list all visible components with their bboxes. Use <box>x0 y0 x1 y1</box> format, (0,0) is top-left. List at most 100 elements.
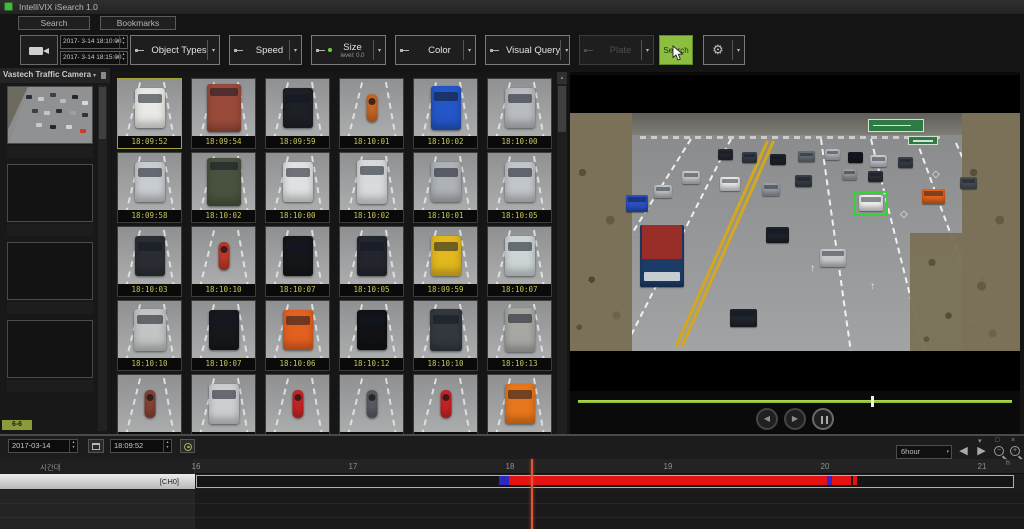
time-to-field[interactable]: 2017- 3-14 18:15:00 ▾ ▲▼ <box>60 51 128 65</box>
spinner-icon[interactable]: ▲▼ <box>163 440 171 452</box>
progress-marker[interactable] <box>871 396 874 407</box>
sidebar-scrollbar[interactable] <box>98 85 107 431</box>
chevron-down-icon[interactable]: ▾ <box>374 47 385 54</box>
result-cell[interactable]: 18:10:07 <box>191 300 256 371</box>
go-to-time-button[interactable] <box>180 439 195 453</box>
timeline-playhead[interactable] <box>531 459 533 529</box>
result-cell[interactable] <box>413 374 478 434</box>
chevron-down-icon[interactable]: ▾ <box>115 36 118 48</box>
result-cell[interactable]: 18:10:07 <box>487 226 552 297</box>
result-cell[interactable]: 18:10:07 <box>265 226 330 297</box>
search-nav-button[interactable]: Search <box>18 16 90 30</box>
vehicle-image <box>357 160 387 204</box>
timeline-next-button[interactable]: ▶ <box>974 444 989 459</box>
result-cell[interactable]: 18:10:10 <box>117 300 182 371</box>
filter-dropdown[interactable]: Object Types ▾ <box>130 35 220 65</box>
result-cell[interactable]: 18:09:52 <box>117 78 182 149</box>
grid-scrollbar[interactable]: ▲ <box>557 72 567 434</box>
result-cell[interactable]: 18:10:13 <box>487 300 552 371</box>
video-progress-bar[interactable] <box>578 400 1012 403</box>
filter-dropdown[interactable]: Plate ▾ <box>579 35 654 65</box>
sidebar-scrollbar-thumb[interactable] <box>99 87 106 139</box>
result-cell[interactable]: 18:10:01 <box>413 152 478 223</box>
spinner-icon[interactable]: ▲▼ <box>119 52 127 64</box>
timeline-prev-button[interactable]: ◀ <box>956 444 971 459</box>
result-cell[interactable]: 18:09:59 <box>265 78 330 149</box>
result-cell[interactable]: 18:10:03 <box>117 226 182 297</box>
timeline-scale-dropdown[interactable]: 6hour ▾ <box>896 445 952 459</box>
result-cell[interactable]: 18:10:10 <box>191 226 256 297</box>
camera-name: Vastech Traffic Camera <box>3 70 91 79</box>
result-cell[interactable]: 18:10:02 <box>191 152 256 223</box>
step-back-button[interactable]: ◀ <box>756 408 778 430</box>
channel-label[interactable]: [CH0] <box>0 474 195 489</box>
vehicle <box>720 177 740 191</box>
grid-scrollbar-thumb[interactable] <box>558 86 566 132</box>
filter-dropdown[interactable]: Speed ▾ <box>229 35 302 65</box>
result-cell[interactable] <box>265 374 330 434</box>
result-cell[interactable]: 18:09:59 <box>413 226 478 297</box>
result-cell[interactable]: 18:09:58 <box>117 152 182 223</box>
pin-icon[interactable] <box>101 72 106 79</box>
chevron-down-icon[interactable]: ▾ <box>115 52 118 64</box>
chevron-down-icon[interactable]: ▾ <box>733 47 744 54</box>
settings-button[interactable]: ⚙ ▾ <box>703 35 745 65</box>
result-cell[interactable]: 18:10:10 <box>413 300 478 371</box>
channel-row[interactable]: [CH0] <box>0 474 1024 490</box>
chevron-down-icon[interactable]: ▾ <box>208 47 219 54</box>
result-cell[interactable]: 18:10:06 <box>265 300 330 371</box>
result-cell[interactable] <box>339 374 404 434</box>
scroll-up-icon[interactable]: ▲ <box>557 72 567 84</box>
result-cell[interactable]: 18:10:02 <box>413 78 478 149</box>
result-cell[interactable]: 18:10:00 <box>265 152 330 223</box>
search-toolbar: 2017- 3-14 18:10:00 ▾ ▲▼ 2017- 3-14 18:1… <box>0 33 1024 69</box>
spinner-icon[interactable]: ▲▼ <box>69 440 77 452</box>
result-timestamp: 18:10:03 <box>118 284 181 296</box>
camera-thumbnail[interactable] <box>7 86 93 144</box>
chevron-down-icon[interactable]: ▾ <box>93 72 96 79</box>
filter-icon <box>585 46 594 54</box>
camera-sidebar-header[interactable]: Vastech Traffic Camera ▾ <box>0 68 110 83</box>
result-cell[interactable] <box>487 374 552 434</box>
spinner-icon[interactable]: ▲▼ <box>119 36 127 48</box>
camera-select-button[interactable] <box>20 35 58 65</box>
timeline-time-field[interactable]: 18:09:52 ▲▼ <box>110 439 172 453</box>
timeline-date-field[interactable]: 2017-03-14 ▲▼ <box>8 439 78 453</box>
vehicle-image <box>209 310 239 350</box>
zoom-out-icon[interactable]: − <box>994 446 1004 456</box>
result-cell[interactable] <box>191 374 256 434</box>
result-cell[interactable] <box>117 374 182 434</box>
chevron-down-icon[interactable]: ▾ <box>642 47 653 54</box>
pause-button[interactable] <box>812 408 834 430</box>
chevron-down-icon[interactable]: ▾ <box>561 47 572 54</box>
result-cell[interactable]: 18:10:12 <box>339 300 404 371</box>
camera-slot-empty[interactable] <box>7 242 93 300</box>
filter-dropdown[interactable]: Color ▾ <box>395 35 476 65</box>
step-forward-button[interactable]: ▶ <box>784 408 806 430</box>
result-cell[interactable]: 18:10:02 <box>339 152 404 223</box>
result-thumbnail <box>340 79 403 136</box>
close-icon[interactable]: × <box>1011 437 1015 444</box>
result-cell[interactable]: 18:10:01 <box>339 78 404 149</box>
vehicle <box>762 183 780 196</box>
camera-slot-empty[interactable] <box>7 320 93 378</box>
result-timestamp: 18:09:59 <box>414 284 477 296</box>
camera-slot-empty[interactable] <box>7 164 93 222</box>
result-cell[interactable]: 18:09:54 <box>191 78 256 149</box>
filter-dropdown[interactable]: Visual Query ▾ <box>485 35 570 65</box>
timeline-ruler[interactable]: 시간대 161718192021 h <box>0 459 1024 474</box>
chevron-down-icon[interactable]: ▾ <box>290 47 301 54</box>
filter-dropdown[interactable]: Size level: 0.0 ▾ <box>311 35 386 65</box>
chevron-down-icon[interactable]: ▾ <box>464 47 475 54</box>
result-cell[interactable]: 18:10:05 <box>487 152 552 223</box>
zoom-in-icon[interactable]: + <box>1010 446 1020 456</box>
video-image: ↑ ↑ ◇ ◇ <box>570 113 1020 351</box>
result-timestamp: 18:10:12 <box>340 358 403 370</box>
calendar-button[interactable] <box>88 439 104 453</box>
road-sign <box>868 119 924 132</box>
result-cell[interactable]: 18:10:00 <box>487 78 552 149</box>
result-cell[interactable]: 18:10:05 <box>339 226 404 297</box>
float-panel-icon[interactable]: □ <box>995 437 999 444</box>
bookmarks-nav-button[interactable]: Bookmarks <box>100 16 176 30</box>
time-from-field[interactable]: 2017- 3-14 18:10:00 ▾ ▲▼ <box>60 35 128 49</box>
